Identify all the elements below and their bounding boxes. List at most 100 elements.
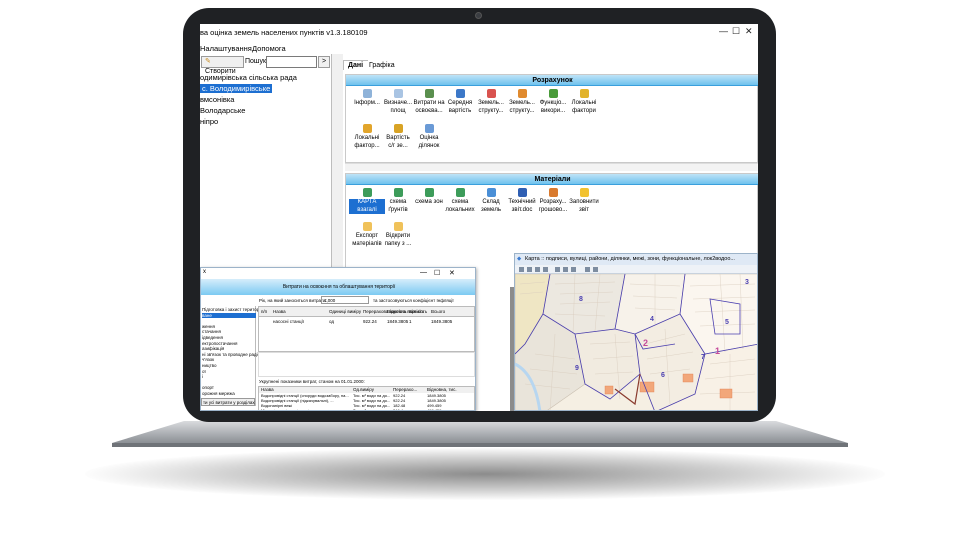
pie-icon xyxy=(486,89,496,98)
cost-category-item[interactable]: азифікація xyxy=(202,346,224,351)
cost-category-item[interactable]: і xyxy=(202,374,203,379)
map-tool-icon[interactable] xyxy=(571,267,576,272)
tree-item-label: вмсонівка xyxy=(200,95,235,104)
tree-item-label: одимирівська сільська рада xyxy=(200,73,297,82)
cost-category-item[interactable]: ектропостачання xyxy=(202,341,237,346)
tree-item[interactable]: вмсонівка xyxy=(200,95,234,104)
map-window-title: Карта :: подписи, вулиці, райони, ділянк… xyxy=(525,256,735,262)
zone-number-label: 7 xyxy=(701,354,705,361)
cost-minimize-button[interactable]: — xyxy=(420,269,427,276)
close-button[interactable]: ✕ xyxy=(745,27,753,36)
cost-window-header: Витрати на освоєння та облаштування тери… xyxy=(201,279,475,295)
map-canvas[interactable]: 1 2 3 4 5 6 7 8 9 xyxy=(515,274,758,411)
reference-column-header[interactable]: Відновна, тис. xyxy=(427,387,457,392)
map-tool-icon[interactable] xyxy=(585,267,590,272)
cost-column-header[interactable]: Одиниці виміру xyxy=(329,309,361,314)
material-action-sublabel: папку з ... xyxy=(384,240,412,247)
function-icon xyxy=(548,89,558,98)
folder-icon xyxy=(362,222,372,231)
map-tool-icon[interactable] xyxy=(563,267,568,272)
word-doc-icon xyxy=(517,188,527,197)
reference-column-header[interactable]: Назва xyxy=(261,387,274,392)
cost-column-header[interactable]: Всього xyxy=(431,309,445,314)
table-cell: 1 xyxy=(409,319,412,324)
cost-table: п/п Назва Одиниці виміру Перерахова вартіст… xyxy=(258,306,475,352)
screen: ва оцінка земель населених пунктів v1.3.… xyxy=(200,24,758,411)
show-all-button[interactable]: ти усі витрати у розділах xyxy=(201,398,255,406)
zone-number-label: 1 xyxy=(715,346,720,356)
tree-item[interactable]: Володарське xyxy=(200,106,245,115)
calc-action-button[interactable]: Локальні фактори xyxy=(566,89,602,125)
search-input[interactable] xyxy=(266,56,317,68)
cost-category-item[interactable]: ження xyxy=(202,324,215,329)
map-tool-icon[interactable] xyxy=(593,267,598,272)
cost-category-item[interactable]: ідведення xyxy=(202,335,223,340)
cost-category-item[interactable]: стачання xyxy=(202,329,221,334)
create-button[interactable]: ✎ Створити xyxy=(201,56,244,75)
house-icon xyxy=(424,124,434,133)
zone-number-label: 3 xyxy=(745,279,749,286)
table-row[interactable]: насосні станції од 922.24 1849.3805 1 1849.38… xyxy=(259,318,474,325)
table-cell: 1849.3805 xyxy=(387,319,409,324)
calc-action-label: Локальні xyxy=(571,100,597,106)
cost-column-header[interactable]: Назва xyxy=(273,309,286,314)
year-select[interactable]: 1,000 xyxy=(321,296,369,304)
cost-category-item[interactable]: ч'язок xyxy=(202,357,214,362)
map-window: ◆ Карта :: подписи, вулиці, райони, діля… xyxy=(514,253,758,411)
calc-action-button[interactable]: Оцінка ділянок xyxy=(411,124,447,160)
zone-number-label: 5 xyxy=(725,319,729,326)
reference-column-header[interactable]: Од.виміру xyxy=(353,387,374,392)
material-action-button[interactable]: Відкрити папку з ... xyxy=(380,222,416,258)
map-tool-icon[interactable] xyxy=(555,267,560,272)
map-window-icon: ◆ xyxy=(517,256,522,262)
zone-number-label: 6 xyxy=(661,372,665,379)
menu-settings[interactable]: Налаштування xyxy=(200,44,252,53)
table-cell: 246.4 xyxy=(393,408,404,411)
map-tool-icon[interactable] xyxy=(519,267,524,272)
tree-item[interactable]: ніпро xyxy=(200,117,218,126)
table-cell: Тис. м³ води на до... xyxy=(353,408,391,411)
menu-help[interactable]: Допомога xyxy=(252,44,286,53)
materials-section-title: Матеріали xyxy=(346,174,758,185)
tree-item-label: ніпро xyxy=(200,117,219,126)
inflation-note: та застосовуються коефіцієнт Інфляції xyxy=(373,298,454,303)
cost-category-item[interactable]: орожня мережа xyxy=(202,391,235,396)
cost-category-item[interactable]: ні зв'язок та проводне радіо xyxy=(202,352,260,357)
calc-action-sublabel: ділянок xyxy=(418,142,440,149)
cost-category-item[interactable]: Підготовка і захист території xyxy=(202,307,261,312)
laptop-bezel: ва оцінка земель населених пунктів v1.3.… xyxy=(183,8,776,422)
pencil-icon xyxy=(362,124,372,133)
cost-column-header[interactable]: Кількість xyxy=(409,309,427,314)
tree-item[interactable]: одимирівська сільська рада xyxy=(200,73,297,82)
cost-category-item[interactable]: ване xyxy=(202,312,256,318)
area-doc-icon xyxy=(393,89,403,98)
table-cell: насосні станції xyxy=(273,319,304,324)
tree-item-selected[interactable]: с. Володимирівське xyxy=(200,84,273,93)
globe-icon xyxy=(424,188,434,197)
minimize-button[interactable]: — xyxy=(719,27,728,36)
map-tool-icon[interactable] xyxy=(535,267,540,272)
cost-column-header[interactable]: п/п xyxy=(261,309,267,314)
reference-column-header[interactable]: Перерахо... xyxy=(393,387,417,392)
tree-item-label: Володарське xyxy=(200,106,246,115)
menu-bar: Налаштування Допомога xyxy=(200,42,758,54)
dollar-icon xyxy=(424,89,434,98)
calc-section-title: Розрахунок xyxy=(346,75,758,86)
tree-item-label: с. Володимирівське xyxy=(200,84,273,93)
cost-category-item[interactable]: опорт xyxy=(202,385,214,390)
cost-category-item[interactable]: ництво xyxy=(202,363,216,368)
maximize-button[interactable]: ☐ xyxy=(732,27,740,36)
pencil-icon xyxy=(579,89,589,98)
cost-close-button[interactable]: ✕ xyxy=(449,269,455,277)
material-action-sublabel: звіт xyxy=(578,206,590,213)
map-tool-icon[interactable] xyxy=(527,267,532,272)
material-action-button[interactable]: Заповнити звіт xyxy=(566,188,602,224)
tab-graphics[interactable]: Графіка xyxy=(365,61,399,70)
calc-action-label: Оцінка xyxy=(419,135,439,141)
table-row[interactable]: Місцеві артезіанські водні Тис. м³ води н… xyxy=(259,408,474,411)
search-go-button[interactable]: > xyxy=(318,56,330,68)
map-tool-icon[interactable] xyxy=(543,267,548,272)
cost-maximize-button[interactable]: ☐ xyxy=(434,269,440,277)
info-doc-icon xyxy=(362,89,372,98)
cost-category-item[interactable]: ої xyxy=(202,369,206,374)
